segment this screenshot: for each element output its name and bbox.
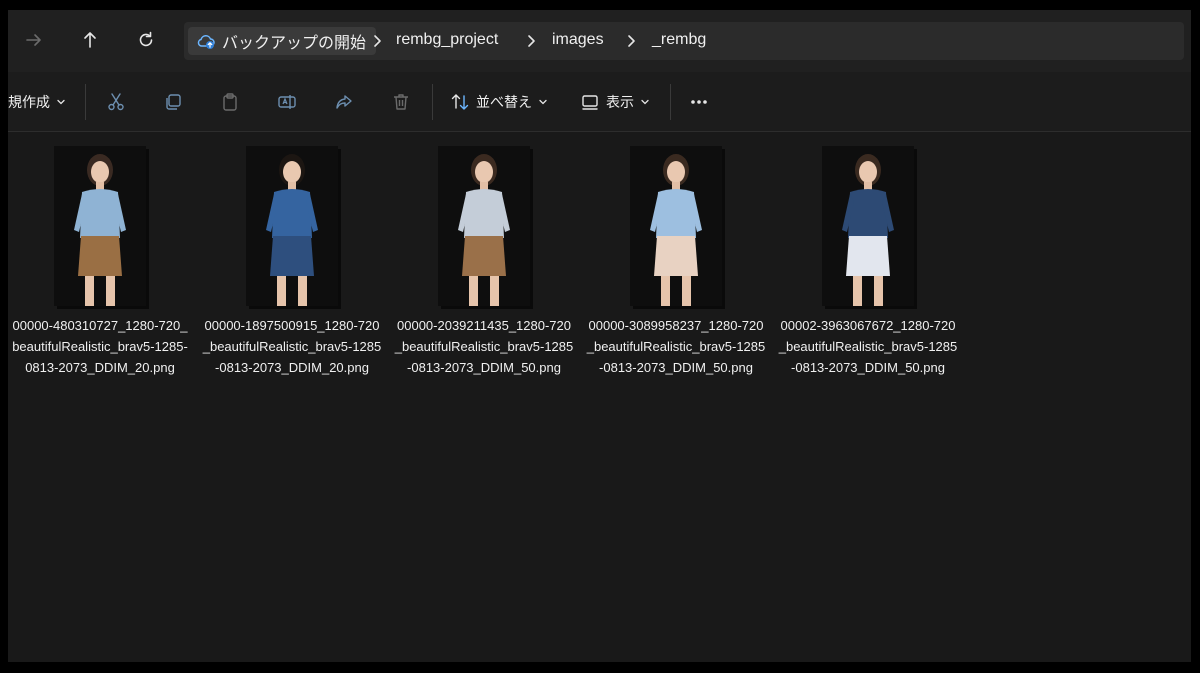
sort-label: 並べ替え: [476, 93, 532, 110]
file-item[interactable]: 00002-3963067672_1280-720_beautifulReali…: [778, 132, 958, 378]
person-figure-icon: [74, 154, 126, 306]
breadcrumb-rembg-project[interactable]: rembg_project: [396, 31, 498, 49]
address-row: バックアップの開始 rembg_project images _rembg: [8, 10, 1191, 72]
file-item[interactable]: 00000-3089958237_1280-720_beautifulReali…: [586, 132, 766, 378]
file-item[interactable]: 00000-480310727_1280-720_beautifulRealis…: [10, 132, 190, 378]
more-icon: [691, 99, 707, 104]
sort-button[interactable]: 並べ替え: [450, 72, 548, 131]
person-figure-icon: [650, 154, 702, 306]
view-layout-icon: [582, 94, 598, 110]
breadcrumb-home[interactable]: バックアップの開始: [188, 27, 377, 55]
file-name: 00000-3089958237_1280-720_beautifulReali…: [586, 318, 766, 375]
copy-button[interactable]: [163, 72, 183, 131]
file-thumbnail: [246, 146, 338, 306]
file-item[interactable]: 00000-2039211435_1280-720_beautifulReali…: [394, 132, 574, 378]
view-button[interactable]: 表示: [580, 72, 650, 131]
view-label: 表示: [606, 93, 634, 110]
chevron-right-icon: [624, 33, 638, 49]
paste-button[interactable]: [220, 72, 240, 131]
arrow-right-icon: [26, 34, 41, 46]
person-figure-icon: [842, 154, 894, 306]
more-options-button[interactable]: [689, 72, 709, 131]
breadcrumb-images[interactable]: images: [552, 31, 604, 49]
refresh-icon: [139, 31, 153, 47]
file-thumbnail: [822, 146, 914, 306]
person-figure-icon: [458, 154, 510, 306]
copy-icon: [166, 93, 181, 110]
scissors-icon: [108, 92, 124, 110]
breadcrumb-rembg[interactable]: _rembg: [652, 31, 706, 49]
share-icon: [336, 94, 352, 109]
command-bar: 規作成 並べ替え 表示: [8, 72, 1191, 132]
toolbar-divider: [432, 84, 433, 120]
file-name: 00000-480310727_1280-720_beautifulRealis…: [12, 318, 188, 375]
toolbar-divider: [85, 84, 86, 120]
chevron-down-icon: [641, 99, 649, 104]
file-item[interactable]: 00000-1897500915_1280-720_beautifulReali…: [202, 132, 382, 378]
chevron-down-icon: [539, 99, 547, 104]
cloud-backup-icon: [197, 35, 215, 49]
refresh-button[interactable]: [128, 22, 164, 58]
cut-button[interactable]: [106, 72, 126, 131]
forward-button[interactable]: [16, 22, 52, 58]
up-button[interactable]: [72, 22, 108, 58]
file-thumbnail: [438, 146, 530, 306]
rename-icon: [278, 94, 296, 109]
breadcrumb-home-label: バックアップの開始: [222, 35, 367, 52]
chevron-right-icon: [524, 33, 538, 49]
address-bar[interactable]: バックアップの開始 rembg_project images _rembg: [184, 22, 1184, 60]
toolbar-divider: [670, 84, 671, 120]
delete-button[interactable]: [391, 72, 411, 131]
file-name: 00000-2039211435_1280-720_beautifulReali…: [394, 318, 574, 375]
file-thumbnail: [630, 146, 722, 306]
sort-icon: [451, 93, 469, 110]
chevron-down-icon: [57, 99, 65, 104]
trash-icon: [394, 93, 408, 110]
new-button[interactable]: 規作成: [8, 72, 66, 131]
clipboard-icon: [223, 92, 237, 111]
file-thumbnail: [54, 146, 146, 306]
share-button[interactable]: [334, 72, 354, 131]
arrow-up-icon: [84, 32, 96, 48]
file-name: 00000-1897500915_1280-720_beautifulReali…: [202, 318, 382, 375]
file-list-area: 00000-480310727_1280-720_beautifulRealis…: [8, 132, 1191, 662]
chevron-right-icon: [370, 33, 384, 49]
new-label: 規作成: [8, 93, 50, 110]
file-explorer-window: バックアップの開始 rembg_project images _rembg 規作…: [8, 10, 1191, 662]
person-figure-icon: [266, 154, 318, 306]
rename-button[interactable]: [277, 72, 297, 131]
file-name: 00002-3963067672_1280-720_beautifulReali…: [778, 318, 958, 375]
